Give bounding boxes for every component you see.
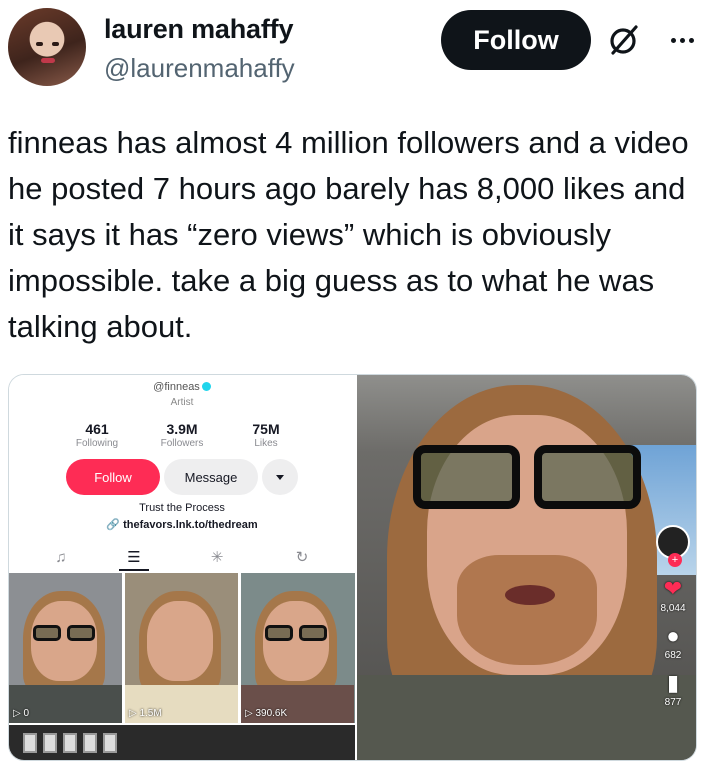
- tweet-text: finneas has almost 4 million followers a…: [8, 125, 689, 344]
- follow-button[interactable]: Follow: [441, 10, 591, 70]
- active-tab-indicator: [119, 569, 149, 571]
- stat-following: 461 Following: [52, 421, 142, 449]
- thumb-face: [31, 601, 97, 681]
- author-avatar[interactable]: [8, 8, 86, 86]
- video-thumbnail: ▷ 0: [9, 573, 122, 723]
- comments-count: 682: [664, 650, 682, 661]
- tiktok-follow-button: Follow: [66, 459, 160, 495]
- likes-action: ❤ 8,044: [653, 576, 693, 615]
- heart-icon: ❤: [663, 576, 683, 601]
- tiktok-action-rail: + ❤ 8,044 ● 682 ▮ 877: [653, 525, 693, 708]
- repost-icon: ↻: [295, 549, 309, 566]
- glasses-graphic: [265, 625, 327, 641]
- tiktok-category: Artist: [170, 397, 194, 408]
- likes-count: 8,044: [660, 603, 686, 614]
- stat-value: 3.9M: [166, 421, 198, 437]
- view-count: ▷ 0: [13, 708, 30, 719]
- view-count: ▷ 390.6K: [245, 708, 288, 719]
- avatar-eye: [36, 42, 43, 46]
- bookmark-icon: ▮: [666, 670, 680, 695]
- view-count-value: 390.6K: [255, 708, 288, 719]
- videos-grid-icon: ☰: [127, 549, 141, 566]
- tiktok-tabs: ♫ ☰ ✳ ↻: [9, 543, 355, 571]
- view-count-value: 1.5M: [139, 708, 162, 719]
- thumb-face: [263, 601, 329, 681]
- saves-action: ▮ 877: [653, 670, 693, 709]
- view-count-value: 0: [23, 708, 30, 719]
- selfie-glasses: [413, 445, 641, 509]
- glasses-graphic: [33, 625, 95, 641]
- selfie-shirt: [357, 675, 696, 760]
- stat-value: 75M: [252, 421, 280, 437]
- tiktok-message-button: Message: [164, 459, 258, 495]
- more-dots-icon[interactable]: [664, 22, 700, 58]
- stat-followers: 3.9M Followers: [137, 421, 227, 449]
- stat-likes: 75M Likes: [221, 421, 311, 449]
- tiktok-profile-screenshot[interactable]: @finneas Artist 461 Following 3.9M Follo…: [9, 375, 355, 760]
- tweet-media[interactable]: @finneas Artist 461 Following 3.9M Follo…: [8, 374, 697, 761]
- saves-count: 877: [664, 697, 682, 708]
- comments-action: ● 682: [653, 623, 693, 662]
- tiktok-bio: Trust the Process: [139, 502, 225, 514]
- tiktok-video-screenshot[interactable]: + ❤ 8,044 ● 682 ▮ 877: [357, 375, 696, 760]
- stat-label: Following: [75, 438, 119, 449]
- tiktok-dropdown-button: [262, 459, 298, 495]
- stat-value: 461: [85, 421, 109, 437]
- tiktok-handle-text: @finneas: [153, 381, 200, 393]
- music-note-icon: ♫: [55, 548, 67, 566]
- creator-avatar: +: [656, 525, 690, 567]
- verified-check-icon: [201, 382, 211, 391]
- link-icon: 🔗: [106, 519, 121, 531]
- tiktok-handle: @finneas: [9, 381, 355, 393]
- avatar-mouth: [41, 58, 55, 63]
- grok-slash-icon[interactable]: [606, 22, 642, 58]
- stat-label: Likes: [254, 438, 278, 449]
- thumb-face: [147, 601, 213, 681]
- tiktok-link-text: thefavors.lnk.to/thedream: [123, 519, 258, 531]
- more-thumbnails-row: [9, 725, 355, 760]
- author-handle[interactable]: @laurenmahaffy: [104, 53, 295, 84]
- tiktok-link: 🔗 thefavors.lnk.to/thedream: [9, 518, 355, 531]
- avatar-eye: [52, 42, 59, 46]
- stat-label: Followers: [160, 438, 204, 449]
- video-thumbnail: ▷ 390.6K: [241, 573, 355, 723]
- author-display-name[interactable]: lauren mahaffy: [104, 14, 293, 45]
- selfie-mouth: [505, 585, 555, 605]
- comment-bubble-icon: ●: [666, 623, 680, 648]
- plus-icon: +: [668, 553, 682, 567]
- sparkle-icon: ✳: [210, 549, 224, 566]
- chevron-down-icon: [276, 474, 284, 480]
- selfie-beard: [457, 555, 597, 665]
- view-count: ▷ 1.5M: [129, 708, 162, 719]
- video-thumbnail: ▷ 1.5M: [125, 573, 238, 723]
